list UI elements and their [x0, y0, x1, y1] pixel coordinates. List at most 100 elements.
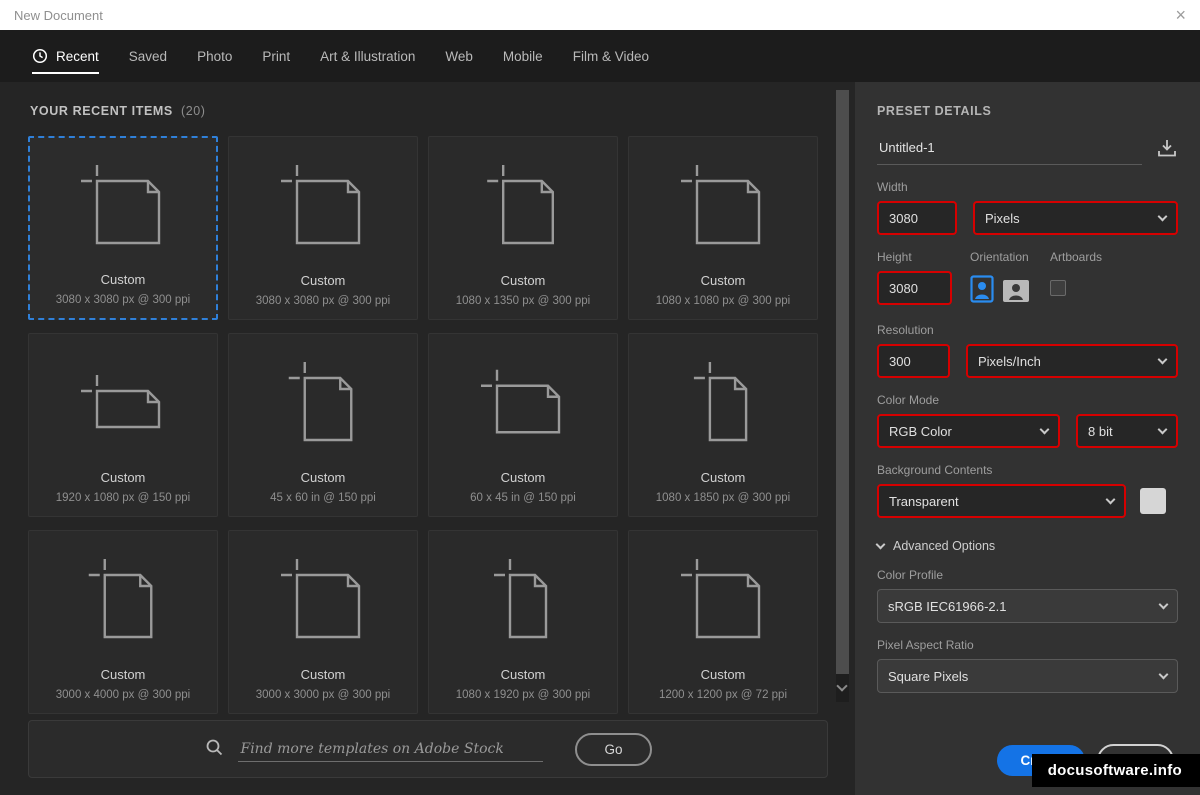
preset-dimensions: 3080 x 3080 px @ 300 ppi — [255, 295, 391, 307]
document-page-icon — [229, 334, 417, 470]
height-input[interactable]: 3080 — [877, 271, 952, 305]
go-button[interactable]: Go — [575, 732, 652, 766]
chevron-down-icon — [1157, 424, 1168, 434]
orientation-label: Orientation — [970, 250, 1029, 264]
document-page-icon — [629, 334, 817, 470]
width-label: Width — [877, 180, 908, 194]
background-contents-label: Background Contents — [877, 463, 993, 477]
chevron-down-icon — [1158, 669, 1169, 679]
preset-card[interactable]: Custom 3080 x 3080 px @ 300 ppi — [228, 136, 418, 320]
tab-photo[interactable]: Photo — [197, 30, 232, 82]
preset-dimensions: 1080 x 1920 px @ 300 ppi — [455, 689, 591, 701]
document-page-icon — [629, 137, 817, 273]
preset-name: Custom — [700, 667, 746, 682]
orientation-portrait-icon[interactable] — [970, 275, 994, 308]
pixel-aspect-ratio-value: Square Pixels — [888, 668, 969, 684]
preset-name: Custom — [500, 667, 546, 682]
preset-card[interactable]: Custom 60 x 45 in @ 150 ppi — [428, 333, 618, 517]
preset-card[interactable]: Custom 1080 x 1350 px @ 300 ppi — [428, 136, 618, 320]
height-label: Height — [877, 250, 912, 264]
preset-card[interactable]: Custom 1200 x 1200 px @ 72 ppi — [628, 530, 818, 714]
document-page-icon — [229, 137, 417, 273]
preset-name: Custom — [300, 667, 346, 682]
recent-items-title: YOUR RECENT ITEMS — [30, 104, 173, 118]
tab-saved[interactable]: Saved — [129, 30, 167, 82]
preset-name: Custom — [700, 273, 746, 288]
color-mode-select[interactable]: RGB Color — [877, 414, 1060, 448]
preset-dimensions: 45 x 60 in @ 150 ppi — [270, 492, 376, 504]
resolution-label: Resolution — [877, 323, 934, 337]
preset-dimensions: 3000 x 4000 px @ 300 ppi — [55, 689, 191, 701]
preset-name: Custom — [100, 667, 146, 682]
scroll-down-icon[interactable] — [836, 680, 848, 692]
document-page-icon — [429, 137, 617, 273]
document-page-icon — [429, 531, 617, 667]
recent-items-panel: YOUR RECENT ITEMS (20) Custom 3080 x 3080… — [0, 82, 855, 795]
preset-name: Custom — [300, 273, 346, 288]
preset-card[interactable]: Custom 1080 x 1920 px @ 300 ppi — [428, 530, 618, 714]
tab-bar: Recent Saved Photo Print Art & Illustration W… — [0, 30, 1200, 82]
background-contents-select[interactable]: Transparent — [877, 484, 1126, 518]
advanced-options-toggle[interactable]: Advanced Options — [875, 539, 1178, 553]
search-icon — [204, 737, 224, 762]
width-input[interactable]: 3080 — [877, 201, 957, 235]
stock-search-input[interactable] — [238, 736, 544, 762]
adobe-stock-search-bar: Go — [28, 720, 828, 778]
dialog-titlebar: New Document × — [0, 0, 1200, 30]
document-page-icon — [30, 138, 216, 272]
color-mode-value: RGB Color — [889, 423, 952, 439]
document-name-input[interactable]: Untitled-1 — [877, 140, 1142, 165]
close-icon[interactable]: × — [1175, 6, 1186, 24]
chevron-down-icon — [875, 539, 886, 549]
preset-card[interactable]: Custom 1080 x 1080 px @ 300 ppi — [628, 136, 818, 320]
preset-name: Custom — [700, 470, 746, 485]
preset-details-panel: PRESET DETAILS Untitled-1 Width 3080 Pix… — [855, 82, 1200, 795]
preset-card[interactable]: Custom 3000 x 4000 px @ 300 ppi — [28, 530, 218, 714]
tab-print[interactable]: Print — [262, 30, 290, 82]
background-contents-value: Transparent — [889, 493, 959, 509]
color-profile-select[interactable]: sRGB IEC61966-2.1 — [877, 589, 1178, 623]
preset-card[interactable]: Custom 1080 x 1850 px @ 300 ppi — [628, 333, 818, 517]
resolution-input[interactable]: 300 — [877, 344, 950, 378]
document-page-icon — [29, 531, 217, 667]
advanced-options-label: Advanced Options — [893, 539, 996, 553]
chevron-down-icon — [1157, 211, 1168, 221]
width-unit-select[interactable]: Pixels — [973, 201, 1178, 235]
preset-card[interactable]: Custom 45 x 60 in @ 150 ppi — [228, 333, 418, 517]
scrollbar-thumb[interactable] — [836, 90, 849, 674]
chevron-down-icon — [1157, 354, 1168, 364]
preset-card[interactable]: Custom 3000 x 3000 px @ 300 ppi — [228, 530, 418, 714]
preset-card[interactable]: Custom 1920 x 1080 px @ 150 ppi — [28, 333, 218, 517]
chevron-down-icon — [1158, 599, 1169, 609]
pixel-aspect-ratio-select[interactable]: Square Pixels — [877, 659, 1178, 693]
tab-film-video[interactable]: Film & Video — [573, 30, 649, 82]
preset-card[interactable]: Custom 3080 x 3080 px @ 300 ppi — [28, 136, 218, 320]
preset-dimensions: 60 x 45 in @ 150 ppi — [470, 492, 576, 504]
clock-icon — [32, 48, 48, 64]
tab-web[interactable]: Web — [445, 30, 473, 82]
document-page-icon — [429, 334, 617, 470]
save-preset-icon[interactable] — [1156, 138, 1178, 163]
tab-recent[interactable]: Recent — [32, 30, 99, 82]
artboards-label: Artboards — [1050, 250, 1103, 264]
tab-art-illustration[interactable]: Art & Illustration — [320, 30, 415, 82]
orientation-landscape-icon[interactable] — [1002, 279, 1030, 308]
tab-mobile[interactable]: Mobile — [503, 30, 543, 82]
artboards-checkbox[interactable] — [1050, 280, 1066, 296]
dialog-title: New Document — [14, 7, 103, 23]
preset-name: Custom — [300, 470, 346, 485]
preset-dimensions: 3000 x 3000 px @ 300 ppi — [255, 689, 391, 701]
resolution-unit-value: Pixels/Inch — [978, 353, 1041, 369]
color-mode-label: Color Mode — [877, 393, 940, 407]
scrollbar-track[interactable] — [836, 90, 849, 702]
background-color-swatch[interactable] — [1140, 488, 1166, 514]
width-unit-value: Pixels — [985, 210, 1020, 226]
preset-name: Custom — [100, 272, 146, 287]
chevron-down-icon — [1039, 424, 1050, 434]
recent-items-heading: YOUR RECENT ITEMS (20) — [30, 104, 855, 118]
bit-depth-value: 8 bit — [1088, 423, 1113, 439]
bit-depth-select[interactable]: 8 bit — [1076, 414, 1178, 448]
preset-dimensions: 1920 x 1080 px @ 150 ppi — [55, 492, 191, 504]
document-page-icon — [29, 334, 217, 470]
resolution-unit-select[interactable]: Pixels/Inch — [966, 344, 1178, 378]
